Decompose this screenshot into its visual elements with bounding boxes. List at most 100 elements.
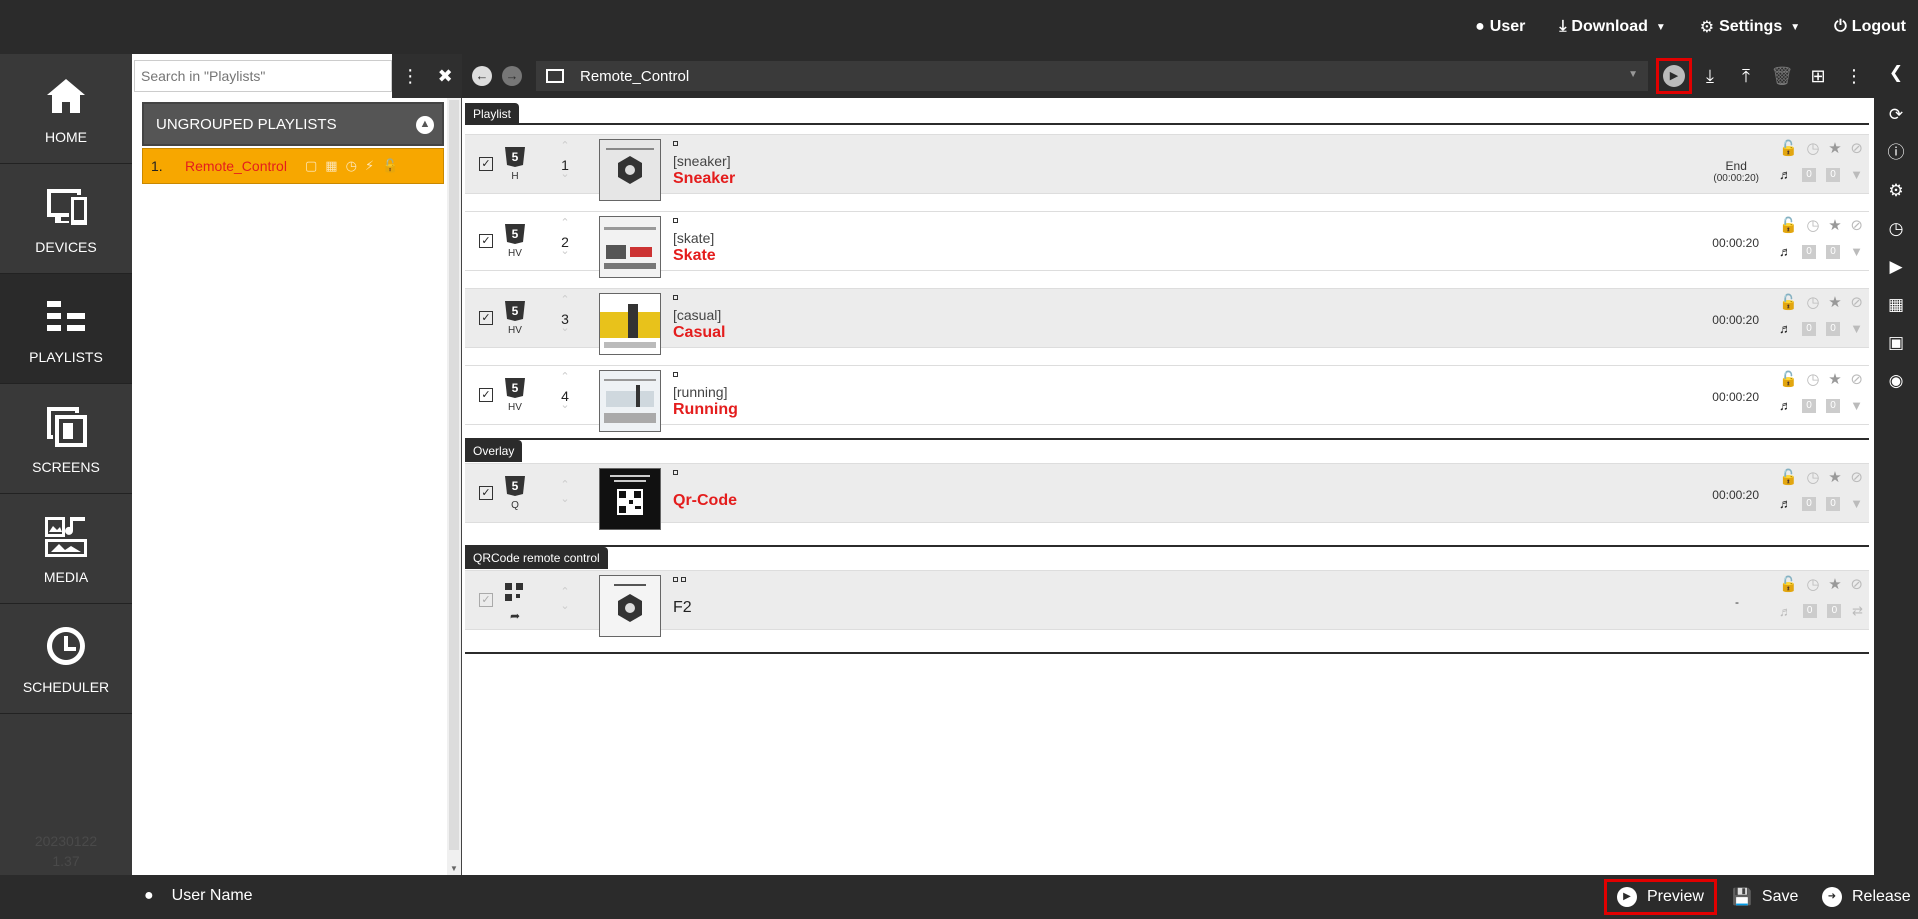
release-button[interactable]: ➜ Release bbox=[1812, 879, 1918, 915]
playlist-panel-scrollbar[interactable]: ▼ bbox=[447, 98, 461, 875]
reorder-arrows[interactable]: ⌃ ⌄ bbox=[555, 478, 575, 506]
star-icon[interactable]: ★ bbox=[1828, 139, 1841, 157]
lock-icon[interactable]: 🔓 bbox=[1779, 293, 1798, 311]
row-checkbox[interactable]: ✓ bbox=[479, 234, 493, 248]
chevron-up-icon[interactable]: ⌃ bbox=[560, 294, 569, 306]
nav-scheduler[interactable]: SCHEDULER bbox=[0, 604, 132, 714]
info-icon[interactable]: ⓘ bbox=[1874, 134, 1918, 172]
play-preview-button[interactable]: ▶ bbox=[1656, 58, 1692, 94]
chevron-down-icon[interactable]: ⌄ bbox=[560, 493, 569, 505]
share-icon[interactable]: ➦ bbox=[503, 609, 527, 623]
row-checkbox[interactable]: ✓ bbox=[479, 311, 493, 325]
upload-button[interactable]: ⤒ bbox=[1728, 58, 1764, 94]
playlist-row[interactable]: ✓ 5 HV ⌃ ⌄ 4 [running] Running 00:00:20 🔓… bbox=[465, 365, 1869, 432]
star-icon[interactable]: ★ bbox=[1828, 468, 1841, 486]
filter-icon[interactable]: ▼ bbox=[1850, 321, 1863, 336]
row-checkbox[interactable]: ✓ bbox=[479, 388, 493, 402]
scroll-down-icon[interactable]: ▼ bbox=[450, 864, 458, 873]
download-menu[interactable]: ⤓ Download ▼ bbox=[1559, 18, 1665, 36]
chevron-up-icon[interactable]: ⌃ bbox=[560, 217, 569, 229]
filter-icon[interactable]: ▼ bbox=[1850, 244, 1863, 259]
star-icon[interactable]: ★ bbox=[1828, 575, 1841, 593]
filter-icon[interactable]: ▼ bbox=[1850, 496, 1863, 511]
clock-icon[interactable]: ◷ bbox=[1806, 139, 1819, 157]
nav-playlists[interactable]: PLAYLISTS bbox=[0, 274, 132, 384]
nav-screens[interactable]: SCREENS bbox=[0, 384, 132, 494]
nav-media[interactable]: MEDIA bbox=[0, 494, 132, 604]
row-checkbox[interactable]: ✓ bbox=[479, 593, 493, 607]
lock-icon[interactable]: 🔓 bbox=[1779, 216, 1798, 234]
refresh-icon[interactable]: ⟳ bbox=[1874, 96, 1918, 134]
clock-icon[interactable]: ◷ bbox=[1806, 468, 1819, 486]
gear-icon[interactable]: ⚙ bbox=[1874, 172, 1918, 210]
lock-icon[interactable]: 🔓 bbox=[1779, 468, 1798, 486]
speaker-icon[interactable]: ♬ bbox=[1779, 604, 1792, 619]
forward-arrow-icon[interactable]: → bbox=[502, 66, 522, 86]
more-button[interactable]: ⋮ bbox=[1836, 58, 1872, 94]
qrcode-row[interactable]: ✓ ➦ ⌃ ⌄ F2 - 🔓 ◷ ★ ⊘ ♬ 0 0 ⇄ bbox=[465, 570, 1869, 637]
shuffle-icon[interactable]: ⇄ bbox=[1852, 603, 1863, 619]
clock-icon[interactable]: ◷ bbox=[1806, 575, 1819, 593]
preview-button[interactable]: ▶ Preview bbox=[1604, 879, 1717, 915]
clock-icon[interactable]: ◷ bbox=[1806, 370, 1819, 388]
back-arrow-icon[interactable]: ← bbox=[472, 66, 492, 86]
star-icon[interactable]: ★ bbox=[1828, 370, 1841, 388]
image-icon[interactable]: ▣ bbox=[1874, 324, 1918, 362]
playlist-select[interactable]: Remote_Control ▼ bbox=[536, 61, 1648, 91]
save-button[interactable]: 💾 Save bbox=[1722, 879, 1808, 915]
video-camera-icon[interactable]: ▶ bbox=[1874, 248, 1918, 286]
collapse-left-icon[interactable]: ❮ bbox=[1874, 54, 1918, 92]
clock-icon[interactable]: ◷ bbox=[1806, 293, 1819, 311]
chevron-up-icon[interactable]: ▲ bbox=[416, 116, 434, 134]
chevron-up-icon[interactable]: ⌃ bbox=[560, 586, 569, 598]
overlay-row[interactable]: ✓ 5 Q ⌃ ⌄ Qr-Code 00:00:20 🔓 ◷ ★ ⊘ ♬ 0 0 ▼ bbox=[465, 463, 1869, 530]
playlist-group-header[interactable]: UNGROUPED PLAYLISTS ▲ bbox=[142, 102, 444, 146]
playlist-row[interactable]: ✓ 5 HV ⌃ ⌄ 3 [casual] Casual 00:00:20 🔓 ◷ ★… bbox=[465, 288, 1869, 355]
screen-icon[interactable]: ▦ bbox=[1874, 286, 1918, 324]
filter-icon[interactable]: ▼ bbox=[1850, 398, 1863, 413]
row-title[interactable]: Sneaker bbox=[673, 170, 735, 188]
row-title[interactable]: Skate bbox=[673, 247, 716, 265]
playlist-row[interactable]: ✓ 5 HV ⌃ ⌄ 2 [skate] Skate 00:00:20 🔓 ◷ ★ ⊘ … bbox=[465, 211, 1869, 278]
ban-icon[interactable]: ⊘ bbox=[1850, 216, 1863, 234]
download-button[interactable]: ⤓ bbox=[1692, 58, 1728, 94]
star-icon[interactable]: ★ bbox=[1828, 216, 1841, 234]
lock-icon[interactable]: 🔓 bbox=[1779, 575, 1798, 593]
close-icon[interactable]: ✖ bbox=[438, 66, 453, 87]
star-icon[interactable]: ★ bbox=[1828, 293, 1841, 311]
playlist-search-input[interactable] bbox=[134, 60, 392, 92]
ban-icon[interactable]: ⊘ bbox=[1850, 293, 1863, 311]
ban-icon[interactable]: ⊘ bbox=[1850, 468, 1863, 486]
speaker-icon[interactable]: ♬ bbox=[1779, 398, 1792, 413]
row-title[interactable]: Casual bbox=[673, 324, 725, 342]
lock-icon[interactable]: 🔓 bbox=[1779, 370, 1798, 388]
nav-devices[interactable]: DEVICES bbox=[0, 164, 132, 274]
delete-button[interactable]: 🗑 bbox=[1764, 58, 1800, 94]
row-title[interactable]: Running bbox=[673, 401, 738, 419]
camera-icon[interactable]: ◉ bbox=[1874, 362, 1918, 400]
speaker-icon[interactable]: ♬ bbox=[1779, 321, 1792, 336]
clock-icon[interactable]: ◷ bbox=[1874, 210, 1918, 248]
logout-button[interactable]: ⏻ Logout bbox=[1834, 18, 1906, 36]
filter-icon[interactable]: ▼ bbox=[1850, 167, 1863, 182]
playlist-list-item[interactable]: 1. Remote_Control ▢ ▦ ◷ ⚡ 🔓 bbox=[142, 148, 444, 184]
ban-icon[interactable]: ⊘ bbox=[1850, 575, 1863, 593]
scrollbar-thumb[interactable] bbox=[449, 100, 459, 850]
ban-icon[interactable]: ⊘ bbox=[1850, 139, 1863, 157]
row-checkbox[interactable]: ✓ bbox=[479, 486, 493, 500]
lock-icon[interactable]: 🔓 bbox=[1779, 139, 1798, 157]
speaker-icon[interactable]: ♬ bbox=[1779, 167, 1792, 182]
speaker-icon[interactable]: ♬ bbox=[1779, 244, 1792, 259]
chevron-up-icon[interactable]: ⌃ bbox=[560, 140, 569, 152]
chevron-up-icon[interactable]: ⌃ bbox=[560, 371, 569, 383]
row-title[interactable]: Qr-Code bbox=[673, 492, 737, 510]
row-title[interactable]: F2 bbox=[673, 599, 692, 617]
playlist-row[interactable]: ✓ 5 H ⌃ ⌄ 1 [sneaker] Sneaker End (00:00:2… bbox=[465, 134, 1869, 201]
speaker-icon[interactable]: ♬ bbox=[1779, 496, 1792, 511]
more-vertical-icon[interactable]: ⋮ bbox=[401, 66, 419, 87]
clock-icon[interactable]: ◷ bbox=[1806, 216, 1819, 234]
nav-home[interactable]: HOME bbox=[0, 54, 132, 164]
ban-icon[interactable]: ⊘ bbox=[1850, 370, 1863, 388]
reorder-arrows[interactable]: ⌃ ⌄ bbox=[555, 585, 575, 613]
chevron-down-icon[interactable]: ⌄ bbox=[560, 600, 569, 612]
